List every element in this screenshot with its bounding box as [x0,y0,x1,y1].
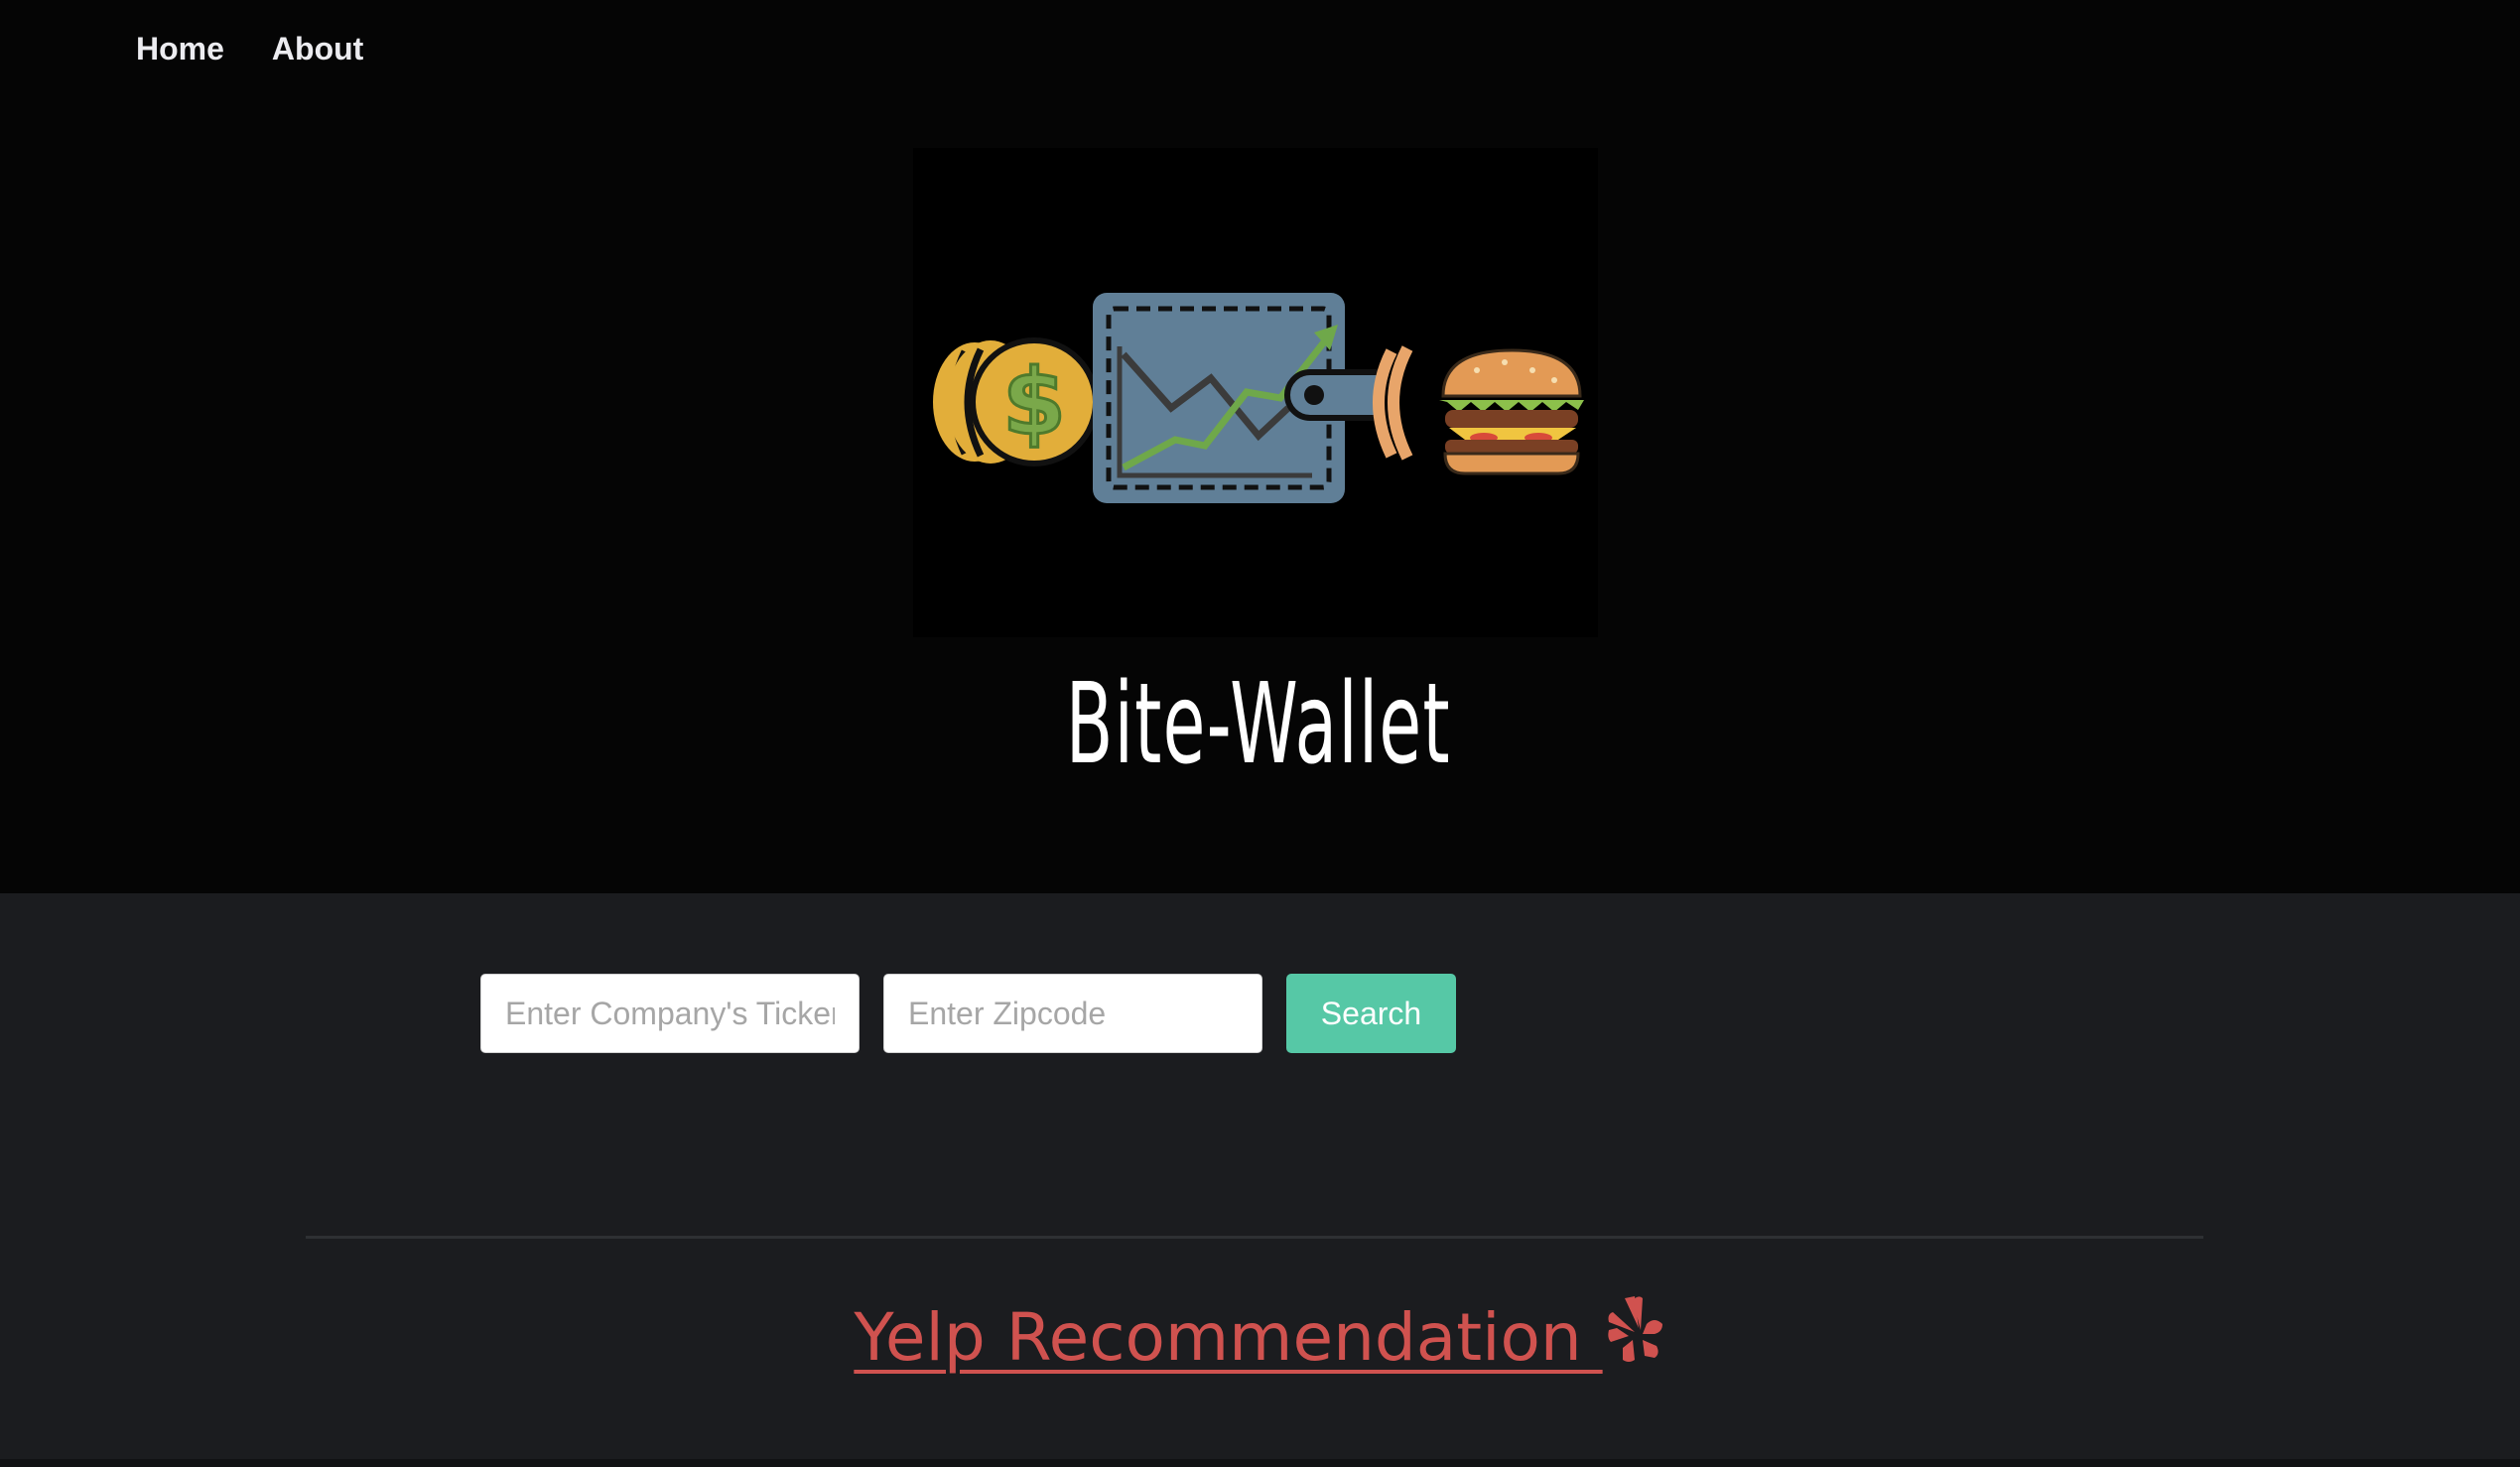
bottom-strip [0,1459,2520,1467]
top-nav: Home About [136,26,363,71]
brand-logo: $ [913,148,1598,637]
yelp-recommendation-label: Yelp Recommendation [854,1299,1603,1376]
yelp-icon [1605,1294,1666,1394]
search-form: Search [480,974,1456,1053]
nav-link-about[interactable]: About [272,26,363,71]
burger-icon [1373,345,1584,475]
nav-link-home[interactable]: Home [136,26,224,71]
svg-text:$: $ [1002,349,1066,456]
yelp-recommendation-link[interactable]: Yelp Recommendation [854,1299,1602,1376]
ticker-input[interactable] [480,974,860,1053]
wallet-chart-icon [1093,293,1383,503]
section-divider [306,1236,2203,1239]
yelp-recommendation-heading: Yelp Recommendation [0,1288,2520,1394]
dollar-icon: $ [1000,348,1067,458]
zipcode-input[interactable] [883,974,1262,1053]
brand-title: Bite-Wallet [1065,660,1451,789]
search-button[interactable]: Search [1286,974,1456,1053]
hero-section: Home About $ Bite-Wallet [0,0,2520,893]
